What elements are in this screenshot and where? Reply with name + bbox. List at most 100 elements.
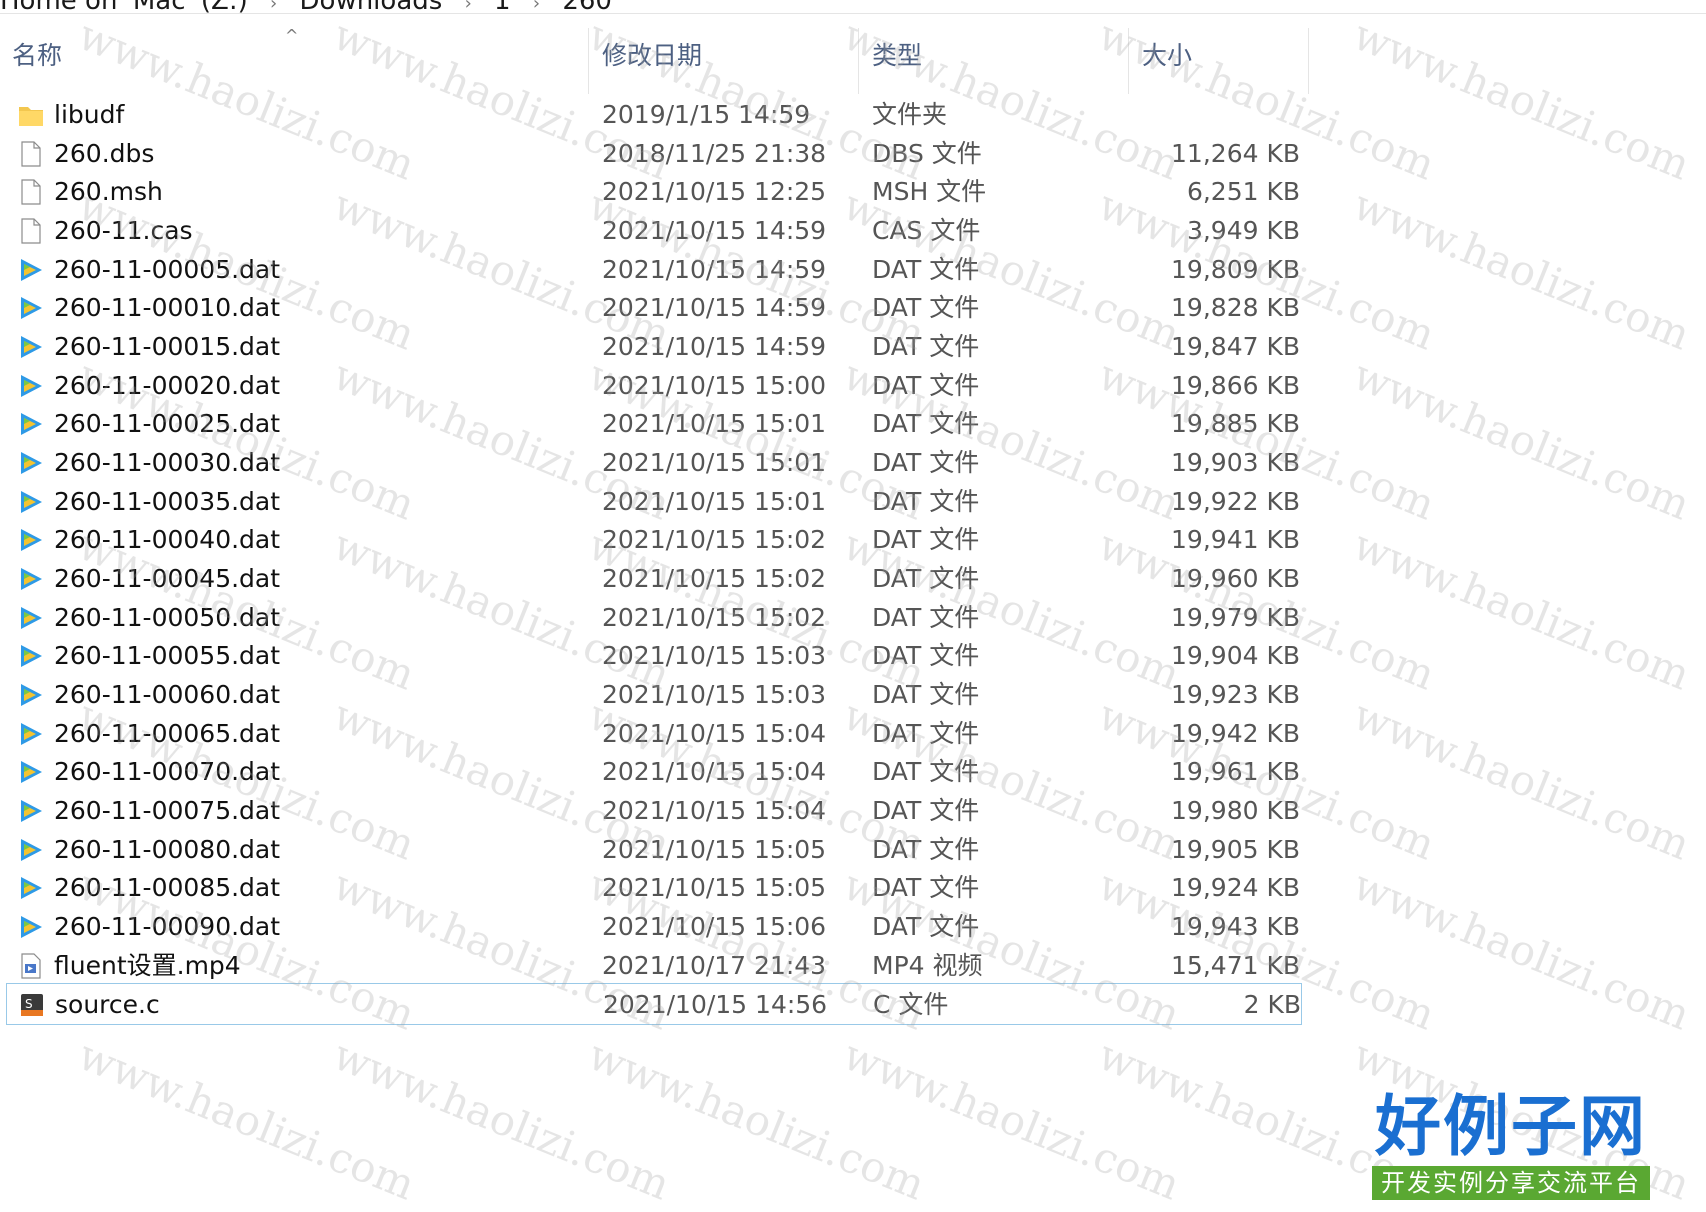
file-name: 260-11-00040.dat <box>54 525 281 555</box>
file-type: DAT 文件 <box>872 254 980 284</box>
file-row[interactable]: fluent设置.mp4 2021/10/17 21:43 MP4 视频 15,471… <box>6 945 1302 987</box>
file-type: DAT 文件 <box>872 834 980 864</box>
file-row[interactable]: 260-11-00090.dat 2021/10/15 15:06 DAT 文件 19… <box>6 906 1302 948</box>
file-name: 260-11-00055.dat <box>54 641 281 671</box>
column-divider[interactable] <box>1308 28 1309 94</box>
file-size: 19,961 KB <box>1171 757 1300 787</box>
column-divider[interactable] <box>588 28 589 94</box>
file-date: 2021/10/15 15:02 <box>602 563 827 593</box>
file-name: 260-11-00065.dat <box>54 718 281 748</box>
file-type: DAT 文件 <box>872 795 980 825</box>
file-name: 260-11-00090.dat <box>54 911 281 941</box>
media-play-icon <box>18 681 44 709</box>
file-row[interactable]: 260-11-00055.dat 2021/10/15 15:03 DAT 文件 19… <box>6 635 1302 677</box>
file-size: 19,847 KB <box>1171 331 1300 361</box>
media-play-icon <box>18 565 44 593</box>
watermark-text: www.haolizi.com <box>581 1030 932 1210</box>
file-date: 2021/10/15 14:59 <box>602 331 827 361</box>
file-name: source.c <box>55 990 160 1020</box>
folder-icon <box>18 101 44 129</box>
file-row[interactable]: 260-11.cas 2021/10/15 14:59 CAS 文件 3,949 KB <box>6 210 1302 252</box>
svg-text:S: S <box>25 997 33 1011</box>
file-size: 2 KB <box>1243 990 1301 1020</box>
file-name: 260-11-00070.dat <box>54 757 281 787</box>
media-play-icon <box>18 372 44 400</box>
file-row[interactable]: 260-11-00030.dat 2021/10/15 15:01 DAT 文件 19… <box>6 442 1302 484</box>
file-date: 2021/10/15 14:59 <box>602 215 827 245</box>
file-size <box>1136 94 1300 136</box>
column-divider[interactable] <box>1128 28 1129 94</box>
file-row[interactable]: 260-11-00020.dat 2021/10/15 15:00 DAT 文件 19… <box>6 365 1302 407</box>
file-row[interactable]: 260-11-00025.dat 2021/10/15 15:01 DAT 文件 19… <box>6 403 1302 445</box>
file-size: 19,904 KB <box>1171 641 1300 671</box>
column-header-date[interactable]: 修改日期 <box>590 36 860 84</box>
watermark-text: www.haolizi.com <box>1346 520 1697 700</box>
watermark-text: www.haolizi.com <box>1346 180 1697 360</box>
file-name: libudf <box>54 100 125 129</box>
file-row[interactable]: 260-11-00045.dat 2021/10/15 15:02 DAT 文件 19… <box>6 558 1302 600</box>
file-date: 2021/10/15 14:59 <box>602 254 827 284</box>
file-row[interactable]: 260-11-00065.dat 2021/10/15 15:04 DAT 文件 19… <box>6 713 1302 755</box>
file-type: DAT 文件 <box>872 641 980 671</box>
media-play-icon <box>18 526 44 554</box>
file-date: 2021/10/15 15:01 <box>602 447 827 477</box>
file-row[interactable]: 260-11-00015.dat 2021/10/15 14:59 DAT 文件 19… <box>6 326 1302 368</box>
file-row[interactable]: 260-11-00010.dat 2021/10/15 14:59 DAT 文件 19… <box>6 287 1302 329</box>
file-type: DAT 文件 <box>872 331 980 361</box>
file-type: DAT 文件 <box>872 757 980 787</box>
file-size: 19,903 KB <box>1171 447 1300 477</box>
file-date: 2021/10/15 15:04 <box>602 795 827 825</box>
file-row[interactable]: 260.dbs 2018/11/25 21:38 DBS 文件 11,264 KB <box>6 133 1302 175</box>
file-type: DAT 文件 <box>872 486 980 516</box>
file-row[interactable]: 260-11-00075.dat 2021/10/15 15:04 DAT 文件 19… <box>6 790 1302 832</box>
file-size: 6,251 KB <box>1186 177 1300 207</box>
video-file-icon <box>18 952 44 980</box>
column-header-name[interactable]: 名称 <box>0 36 604 84</box>
file-size: 3,949 KB <box>1186 215 1300 245</box>
column-header-size[interactable]: 大小 <box>1130 36 1310 84</box>
file-row[interactable]: 260.msh 2021/10/15 12:25 MSH 文件 6,251 KB <box>6 171 1302 213</box>
media-play-icon <box>18 874 44 902</box>
file-type: DAT 文件 <box>872 718 980 748</box>
file-size: 19,905 KB <box>1171 834 1300 864</box>
file-row[interactable]: 260-11-00080.dat 2021/10/15 15:05 DAT 文件 19… <box>6 829 1302 871</box>
file-row[interactable]: 260-11-00040.dat 2021/10/15 15:02 DAT 文件 19… <box>6 519 1302 561</box>
file-row[interactable]: 260-11-00050.dat 2021/10/15 15:02 DAT 文件 19… <box>6 597 1302 639</box>
file-row[interactable]: 260-11-00085.dat 2021/10/15 15:05 DAT 文件 19… <box>6 867 1302 909</box>
file-name: 260-11-00060.dat <box>54 679 281 709</box>
file-row[interactable]: 260-11-00005.dat 2021/10/15 14:59 DAT 文件 19… <box>6 249 1302 291</box>
file-row[interactable]: 260-11-00060.dat 2021/10/15 15:03 DAT 文件 19… <box>6 674 1302 716</box>
file-date: 2021/10/15 15:03 <box>602 679 827 709</box>
file-type: DAT 文件 <box>872 563 980 593</box>
file-row[interactable]: Ssource.c 2021/10/15 14:56 C 文件 2 KB <box>6 983 1302 1026</box>
file-row[interactable]: 260-11-00070.dat 2021/10/15 15:04 DAT 文件 19… <box>6 751 1302 793</box>
column-header-type[interactable]: 类型 <box>860 36 1126 84</box>
file-name: 260-11-00015.dat <box>54 331 281 361</box>
file-date: 2021/10/15 12:25 <box>602 177 827 207</box>
c-source-icon: S <box>19 991 45 1019</box>
media-play-icon <box>18 488 44 516</box>
logo-title: 好例子网 <box>1375 1087 1647 1165</box>
media-play-icon <box>18 720 44 748</box>
file-type: DAT 文件 <box>872 370 980 400</box>
column-divider[interactable] <box>858 28 859 94</box>
file-row[interactable]: 260-11-00035.dat 2021/10/15 15:01 DAT 文件 19… <box>6 481 1302 523</box>
column-header-row: ^ 名称 修改日期 类型 大小 <box>0 14 1706 96</box>
file-date: 2021/10/15 15:06 <box>602 911 827 941</box>
site-logo: 好例子网 开发实例分享交流平台 <box>1368 1090 1654 1200</box>
breadcrumb[interactable]: Home on 'Mac' (Z:) › Downloads › 1 › 260 <box>0 0 1706 16</box>
media-play-icon <box>18 449 44 477</box>
file-type: DAT 文件 <box>872 679 980 709</box>
file-date: 2021/10/15 14:56 <box>603 990 828 1020</box>
media-play-icon <box>18 604 44 632</box>
file-size: 19,942 KB <box>1171 718 1300 748</box>
file-row[interactable]: libudf 2019/1/15 14:59 文件夹 <box>6 94 1302 136</box>
file-type: DAT 文件 <box>872 873 980 903</box>
file-type: DAT 文件 <box>872 525 980 555</box>
file-date: 2021/10/15 15:02 <box>602 602 827 632</box>
file-type: DAT 文件 <box>872 409 980 439</box>
file-size: 11,264 KB <box>1171 138 1300 168</box>
file-size: 19,980 KB <box>1171 795 1300 825</box>
file-date: 2021/10/15 15:04 <box>602 757 827 787</box>
file-name: 260-11-00075.dat <box>54 795 281 825</box>
